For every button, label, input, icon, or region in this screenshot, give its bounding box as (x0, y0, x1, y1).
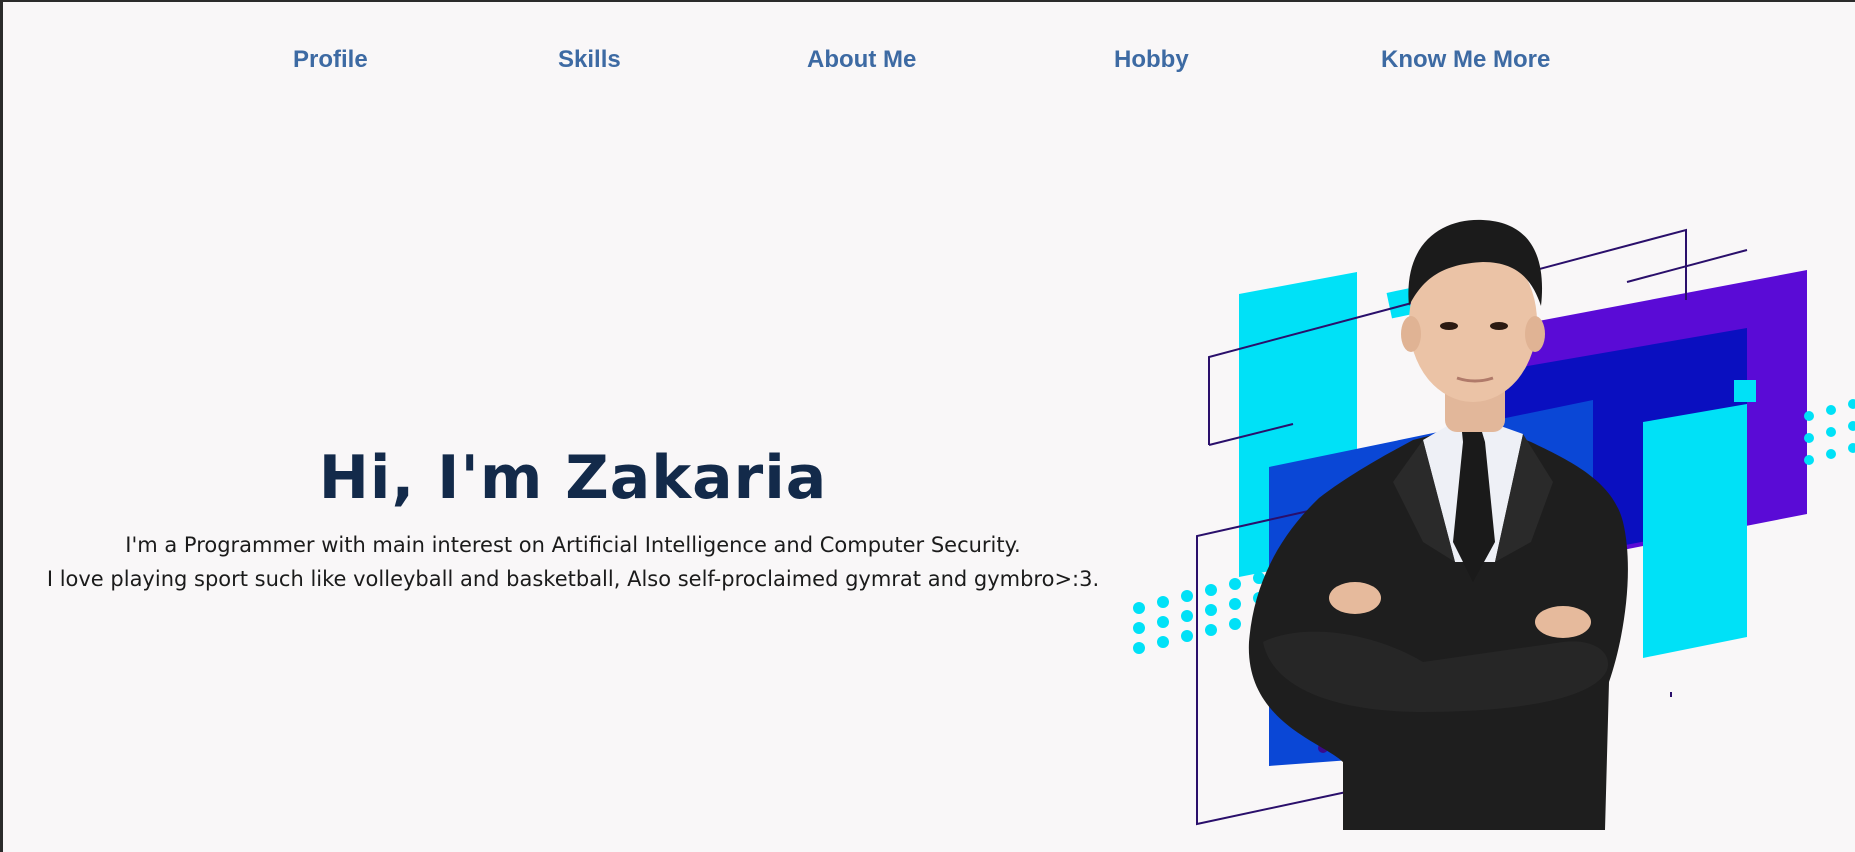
eye-left (1440, 322, 1458, 330)
hero-description-line-2: I love playing sport such like volleybal… (46, 567, 1100, 591)
portrait-artwork (1133, 219, 1855, 830)
nav-link-know-me-more[interactable]: Know Me More (1381, 46, 1550, 74)
hero-section: Hi, I'm Zakaria I'm a Programmer with ma… (43, 442, 1103, 596)
cyan-panel-right (1643, 404, 1747, 658)
top-nav: Profile Skills About Me Hobby Know Me Mo… (3, 2, 1855, 122)
hero-description-line-1: I'm a Programmer with main interest on A… (125, 533, 1021, 557)
cyan-dot-grid-right (1804, 399, 1855, 465)
nav-link-about-me[interactable]: About Me (807, 46, 916, 74)
hand-right (1535, 606, 1591, 638)
hero-title: Hi, I'm Zakaria (318, 443, 828, 513)
hero-illustration (1123, 122, 1855, 842)
nav-link-skills[interactable]: Skills (558, 46, 621, 74)
hero-description: I'm a Programmer with main interest on A… (43, 528, 1103, 596)
ear-left (1401, 316, 1421, 352)
ear-right (1525, 316, 1545, 352)
eye-right (1490, 322, 1508, 330)
cyan-square-right (1734, 380, 1756, 402)
hand-left (1329, 582, 1381, 614)
nav-link-profile[interactable]: Profile (293, 46, 368, 74)
cyan-dot-grid-left (1133, 572, 1265, 654)
nav-link-hobby[interactable]: Hobby (1114, 46, 1189, 74)
